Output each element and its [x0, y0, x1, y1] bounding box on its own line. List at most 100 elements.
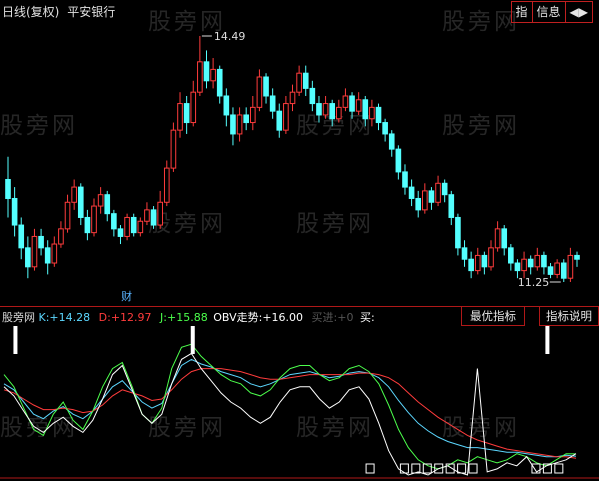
series-j-line [3, 343, 577, 470]
candle-body [382, 122, 388, 135]
candle-body [435, 182, 441, 203]
chart-canvas: 14.49 11.25 财 [0, 30, 599, 479]
scroll-arrows-button[interactable]: ◀▶ [566, 2, 592, 22]
candle-body [402, 171, 408, 188]
signal-box [468, 463, 478, 474]
candle-body [494, 228, 501, 249]
period-label[interactable]: 日线(复权) [2, 5, 59, 19]
candle-body [501, 228, 508, 249]
candle-body [190, 91, 197, 124]
candle-body [210, 68, 216, 82]
candle-body [408, 186, 415, 199]
candle-body [461, 247, 468, 260]
candle-body [388, 133, 395, 150]
j-label: J: [160, 311, 167, 324]
candle-body [84, 216, 91, 234]
candle-body [111, 213, 117, 230]
series-k-line [3, 358, 577, 458]
stock-name: 平安银行 [67, 5, 116, 19]
indicator-values: 股旁网 K:+14.28 D:+12.97 J:+15.88 OBV走势:+16… [2, 309, 375, 325]
candle-body [5, 179, 11, 199]
candle-body [547, 266, 554, 275]
candle-body [448, 194, 455, 218]
candle-body [322, 103, 329, 116]
candle-body [177, 103, 183, 131]
indicator-name[interactable]: 股旁网 [2, 311, 35, 324]
chart-title: 日线(复权) 平安银行 [2, 3, 115, 20]
candle-body [415, 197, 422, 211]
candle-body [269, 95, 276, 112]
candle-body [296, 72, 302, 93]
d-value: +12.97 [110, 311, 152, 324]
low-label: 11.25 [518, 276, 550, 289]
candle-body [422, 190, 428, 211]
extra-value: +0 [337, 311, 354, 324]
candle-body [375, 106, 382, 124]
candle-body [534, 254, 541, 268]
indicator-bar: 股旁网 K:+14.28 D:+12.97 J:+15.88 OBV走势:+16… [0, 306, 599, 326]
candle-body [77, 186, 84, 218]
candle-body [514, 262, 521, 272]
candle-body [263, 76, 269, 97]
candle-body [567, 254, 574, 279]
candle-body [355, 99, 362, 112]
info-button[interactable]: 信息 [533, 2, 566, 22]
candle-body [18, 224, 25, 249]
obv-label: OBV走势: [213, 311, 263, 324]
best-indicator-button[interactable]: 最优指标 [461, 306, 525, 326]
candle-body [309, 87, 316, 105]
candle-body [170, 129, 177, 169]
signal-bar [545, 326, 550, 354]
candle-body [124, 216, 130, 237]
candle-body [302, 72, 309, 89]
candle-body [335, 106, 342, 120]
candle-body [216, 68, 223, 97]
candle-body [256, 76, 263, 108]
toolbar: 指 信息 ◀▶ [510, 1, 593, 23]
high-label: 14.49 [214, 30, 246, 43]
candle-body [369, 106, 375, 120]
candle-body [541, 254, 547, 268]
candle-body [249, 106, 256, 124]
candle-body [150, 209, 157, 226]
candle-body [51, 243, 58, 264]
extra-label: 买进: [311, 311, 338, 324]
candle-body [11, 197, 18, 226]
candle-body [44, 247, 51, 264]
candle-body [71, 186, 77, 203]
candle-body [481, 254, 488, 268]
j-value: +15.88 [167, 311, 208, 324]
d-label: D: [98, 311, 111, 324]
candle-body [31, 235, 38, 268]
candle-body [91, 205, 97, 234]
k-label: K: [38, 311, 50, 324]
candle-body [163, 167, 170, 203]
candle-body [64, 201, 71, 230]
candle-body [144, 209, 150, 222]
candle-body [58, 228, 64, 245]
series-obv-line [3, 352, 577, 476]
candle-body [104, 194, 111, 215]
candle-body [223, 95, 230, 116]
signal-box [399, 463, 409, 474]
indicator-help-button[interactable]: 指标说明 [539, 306, 599, 326]
candle-body [38, 235, 44, 249]
candle-body [441, 182, 448, 196]
candle-body [117, 228, 124, 237]
signal-bar [13, 326, 18, 354]
candle-body [283, 103, 289, 131]
candle-body [527, 258, 534, 268]
candle-body [349, 95, 355, 112]
signal-box [554, 463, 564, 474]
candle-body [521, 258, 527, 272]
candle-body [97, 194, 104, 207]
signal-box [365, 463, 375, 474]
obv-value: +16.00 [262, 311, 304, 324]
top-bar: 日线(复权) 平安银行 指 信息 ◀▶ [0, 0, 599, 23]
candle-body [342, 95, 349, 108]
buy-label: 买: [359, 311, 375, 324]
candle-body [157, 201, 163, 226]
candle-body [362, 99, 369, 120]
indicator-button[interactable]: 指 [512, 2, 533, 22]
candle-body [25, 247, 31, 268]
